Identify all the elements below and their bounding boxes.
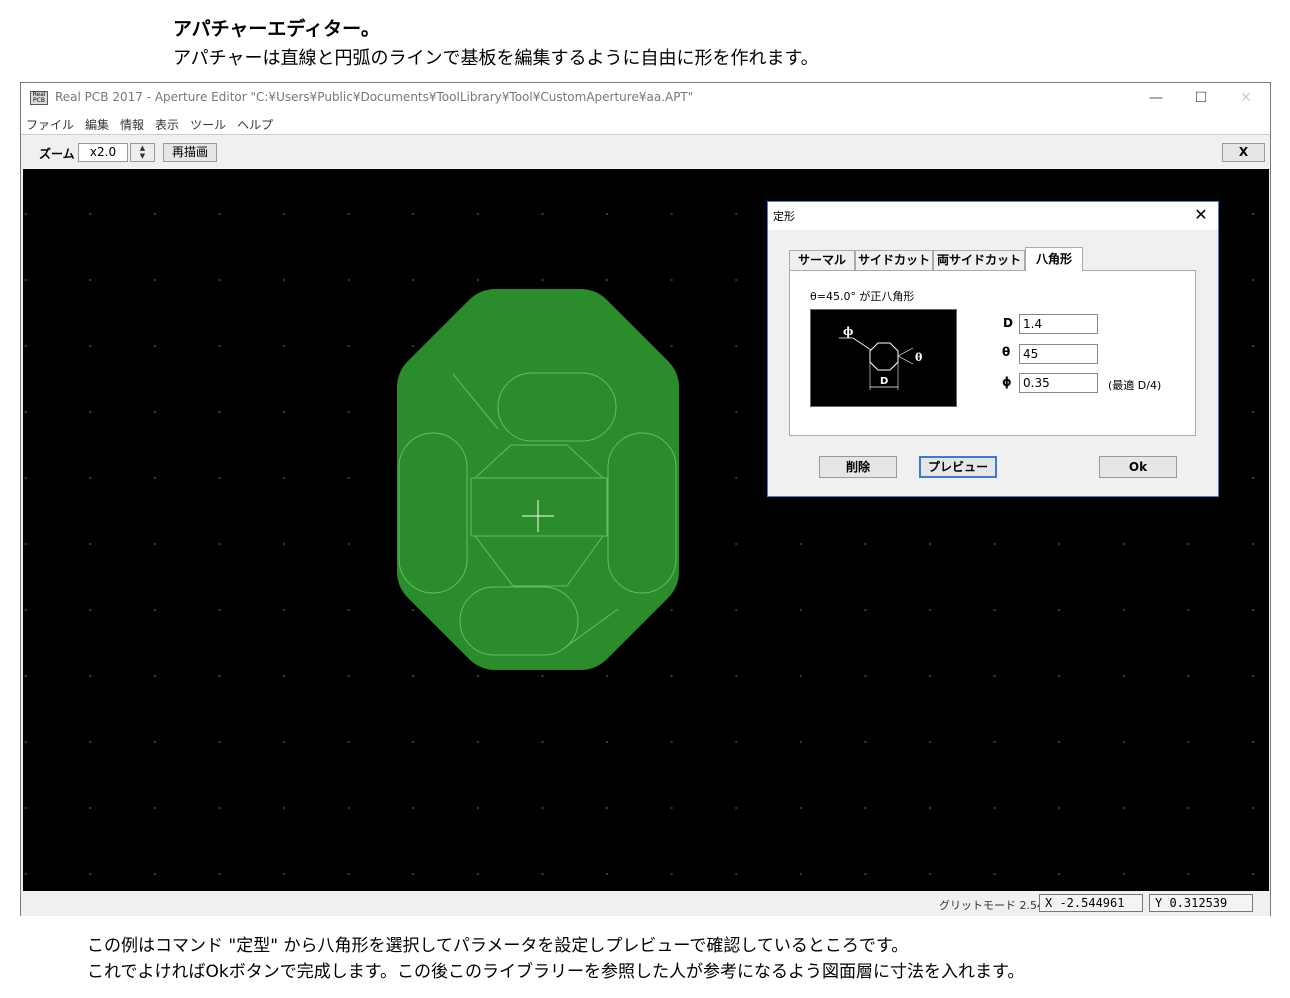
close-editor-button[interactable]: X xyxy=(1222,143,1265,162)
y-coordinate: Y 0.312539 xyxy=(1149,894,1253,912)
x-coordinate: X -2.544961 xyxy=(1039,894,1143,912)
menu-help[interactable]: ヘルプ xyxy=(237,116,273,133)
octagon-diagram-icon: ϕ θ D xyxy=(839,325,922,390)
dialog-close-icon[interactable]: ✕ xyxy=(1190,204,1212,226)
shape-dialog: 定形 ✕ サーマル サイドカット 両サイドカット 八角形 θ=45.0° が正八… xyxy=(767,201,1219,497)
spin-up-icon[interactable]: ▲ xyxy=(131,144,154,152)
octagon-outline xyxy=(397,289,679,670)
menu-file[interactable]: ファイル xyxy=(26,116,74,133)
menu-view[interactable]: 表示 xyxy=(155,116,179,133)
menu-edit[interactable]: 編集 xyxy=(85,116,109,133)
spin-down-icon[interactable]: ▼ xyxy=(131,152,154,160)
octagon-hint: θ=45.0° が正八角形 xyxy=(810,290,915,303)
d-label: D xyxy=(1003,316,1013,330)
delete-button[interactable]: 削除 xyxy=(819,456,897,478)
phi-input[interactable]: 0.35 xyxy=(1019,373,1098,393)
preview-button[interactable]: プレビュー xyxy=(919,456,997,478)
octagon-panel: θ=45.0° が正八角形 ϕ θ D D 1.4 θ 45 ϕ 0.35 (最… xyxy=(789,270,1196,436)
octagon-diagram: ϕ θ D xyxy=(810,309,957,407)
window-title: Real PCB 2017 - Aperture Editor "C:¥User… xyxy=(55,90,694,104)
diagram-d-label: D xyxy=(880,376,888,387)
tab-octagon[interactable]: 八角形 xyxy=(1025,247,1083,271)
diagram-phi-label: ϕ xyxy=(843,325,853,338)
diagram-theta-label: θ xyxy=(915,351,922,364)
d-input[interactable]: 1.4 xyxy=(1019,314,1098,334)
dialog-titlebar[interactable]: 定形 ✕ xyxy=(768,202,1218,230)
zoom-label: ズーム xyxy=(39,147,75,161)
dialog-title: 定形 xyxy=(773,210,795,223)
toolbar: ズーム x2.0 ▲ ▼ 再描画 X xyxy=(21,139,1270,167)
zoom-input[interactable]: x2.0 xyxy=(78,143,128,162)
redraw-button[interactable]: 再描画 xyxy=(163,143,217,162)
caption-line-2: これでよければOkボタンで完成します。この後このライブラリーを参照した人が参考に… xyxy=(87,962,1025,982)
menu-bar: ファイル 編集 情報 表示 ツール ヘルプ xyxy=(21,113,1270,135)
status-bar: グリットモード 2.54 X -2.544961 Y 0.312539 xyxy=(21,891,1270,916)
phi-optimal-note: (最適 D/4) xyxy=(1108,379,1162,392)
minimize-button[interactable]: — xyxy=(1136,87,1176,109)
theta-label: θ xyxy=(1002,345,1011,359)
caption-line-1: この例はコマンド "定型" から八角形を選択してパラメータを設定しプレビューで確… xyxy=(87,936,909,956)
grid-mode-label: グリットモード 2.54 xyxy=(939,899,1044,912)
maximize-button[interactable]: ☐ xyxy=(1181,87,1221,109)
ok-button[interactable]: Ok xyxy=(1099,456,1177,478)
theta-input[interactable]: 45 xyxy=(1019,344,1098,364)
tab-side-cut[interactable]: サイドカット xyxy=(855,250,933,270)
octagon-aperture[interactable] xyxy=(397,289,679,670)
zoom-spinner[interactable]: ▲ ▼ xyxy=(130,143,155,162)
window-titlebar[interactable]: Real PCB Real PCB 2017 - Aperture Editor… xyxy=(21,83,1270,113)
app-logo-icon: Real PCB xyxy=(30,91,48,105)
page-subheading: アパチャーは直線と円弧のラインで基板を編集するように自由に形を作れます。 xyxy=(173,48,819,69)
window-close-button[interactable]: ✕ xyxy=(1226,87,1266,109)
tab-double-side-cut[interactable]: 両サイドカット xyxy=(933,250,1025,270)
tab-thermal[interactable]: サーマル xyxy=(789,250,855,270)
phi-label: ϕ xyxy=(1002,375,1012,389)
menu-info[interactable]: 情報 xyxy=(120,116,144,133)
menu-tools[interactable]: ツール xyxy=(190,116,226,133)
page-heading: アパチャーエディター。 xyxy=(173,18,380,40)
